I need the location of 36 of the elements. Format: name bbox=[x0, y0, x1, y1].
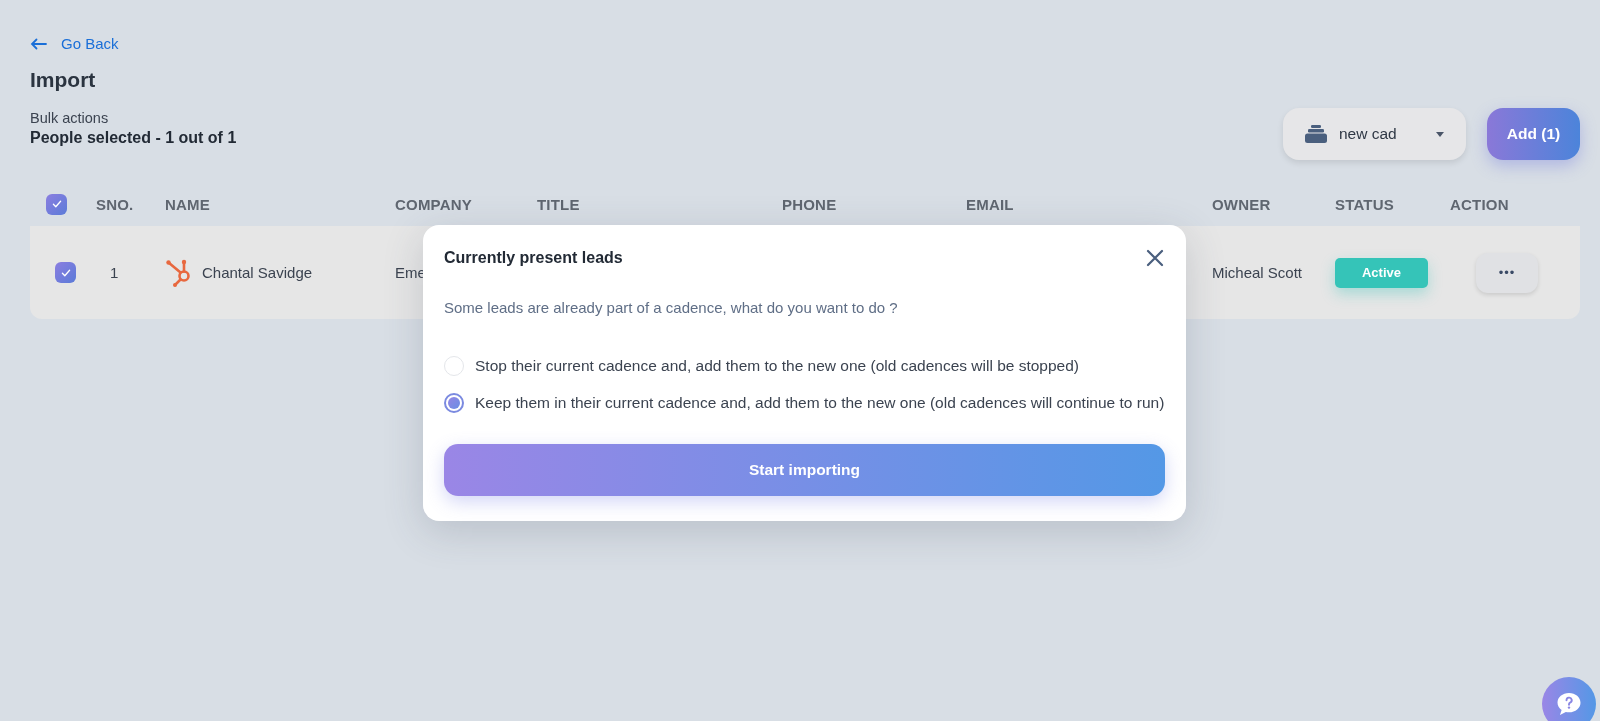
back-arrow-icon bbox=[30, 37, 47, 50]
caret-icon bbox=[1436, 131, 1444, 137]
more-actions-button[interactable]: ••• bbox=[1476, 252, 1538, 293]
modal-title: Currently present leads bbox=[444, 249, 623, 267]
add-button[interactable]: Add (1) bbox=[1487, 108, 1580, 160]
modal-question: Some leads are already part of a cadence, what do you want to do ? bbox=[444, 299, 899, 316]
cadence-dropdown[interactable]: new cad bbox=[1283, 108, 1466, 160]
lead-name: Chantal Savidge bbox=[202, 264, 313, 281]
column-header: SNO. bbox=[96, 195, 135, 213]
radio-button[interactable] bbox=[444, 393, 464, 413]
status-badge: Active bbox=[1335, 257, 1428, 288]
checkbox[interactable] bbox=[46, 193, 67, 215]
selection-count: People selected - 1 out of 1 bbox=[30, 129, 237, 147]
checkbox[interactable] bbox=[55, 262, 76, 283]
table-cell-text: Micheal Scott bbox=[1212, 264, 1304, 281]
help-bubble-icon bbox=[1556, 692, 1582, 716]
column-header: OWNER bbox=[1212, 195, 1272, 213]
close-icon bbox=[1144, 247, 1166, 269]
column-header: ACTION bbox=[1450, 195, 1510, 213]
help-chat-button[interactable] bbox=[1542, 677, 1596, 721]
stack-icon bbox=[1305, 125, 1327, 143]
table-cell-text: 1 bbox=[109, 264, 120, 281]
column-header: NAME bbox=[165, 195, 211, 213]
bulk-actions-label: Bulk actions bbox=[30, 110, 110, 126]
check-icon bbox=[50, 198, 63, 210]
column-header: STATUS bbox=[1335, 195, 1395, 213]
option-label: Stop their current cadence and, add them to the new one (old cadences will be stopped) bbox=[475, 357, 1079, 375]
column-header: PHONE bbox=[782, 195, 838, 213]
column-header: TITLE bbox=[537, 195, 581, 213]
option-label: Keep them in their current cadence and, add them to the new one (old cadences will continue to run) bbox=[475, 394, 1165, 412]
column-header: COMPANY bbox=[395, 195, 473, 213]
start-importing-button[interactable]: Start importing bbox=[444, 444, 1165, 496]
page-title: Import bbox=[30, 68, 97, 92]
column-header: EMAIL bbox=[966, 195, 1015, 213]
close-button[interactable] bbox=[1144, 247, 1166, 269]
go-back-link[interactable]: Go Back bbox=[30, 35, 119, 52]
